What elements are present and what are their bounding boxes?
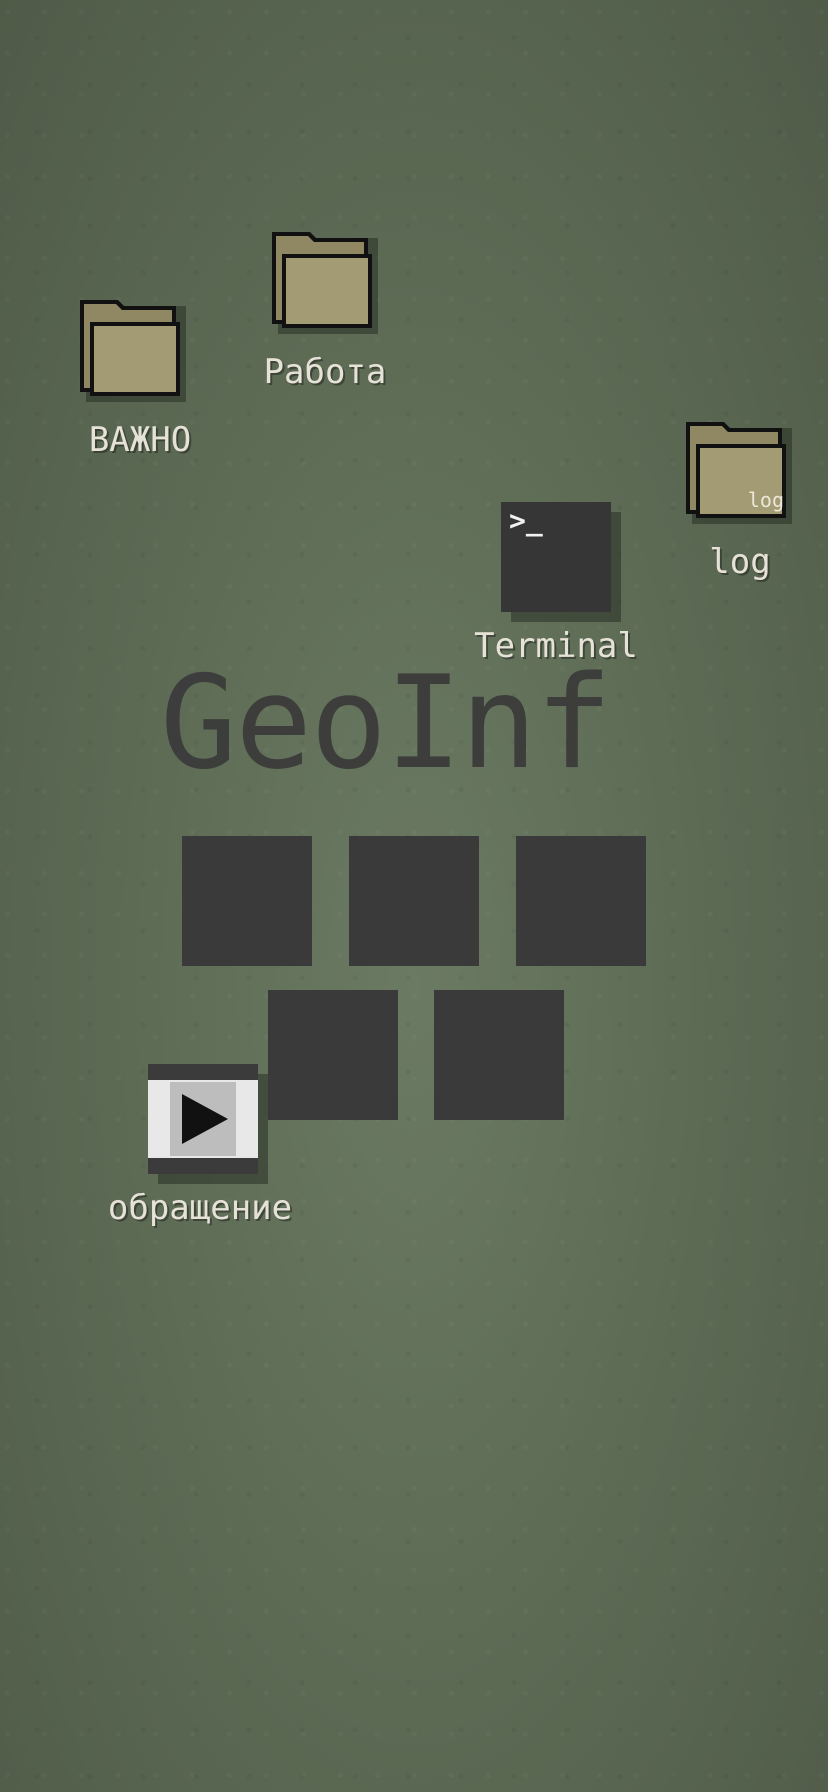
folder-rabota[interactable]: Работа <box>264 228 418 392</box>
film-strip-bottom <box>148 1158 258 1174</box>
tile-5[interactable] <box>434 990 564 1120</box>
film-strip-top <box>148 1064 258 1080</box>
play-icon <box>182 1094 228 1144</box>
terminal-icon: >_ <box>501 502 611 612</box>
folder-label: log <box>709 542 771 582</box>
video-obrashchenie[interactable]: обращение <box>90 1064 320 1234</box>
folder-icon <box>268 228 380 336</box>
tile-2[interactable] <box>349 836 479 966</box>
folder-label: Работа <box>263 352 387 392</box>
folder-vazhno[interactable]: ВАЖНО <box>76 296 216 460</box>
folder-log[interactable]: log log <box>682 418 802 586</box>
app-title: GeoInf <box>160 649 612 798</box>
folder-badge: log <box>747 488 784 512</box>
folder-icon <box>76 296 188 404</box>
tile-3[interactable] <box>516 836 646 966</box>
terminal-app[interactable]: >_ Terminal <box>456 502 656 672</box>
folder-icon: log <box>682 418 794 526</box>
folder-label: ВАЖНО <box>88 420 192 460</box>
terminal-prompt: >_ <box>509 504 543 537</box>
video-frame <box>148 1080 258 1158</box>
video-file-icon <box>148 1064 258 1174</box>
desktop: ВАЖНО Работа log log >_ Terminal GeoInf … <box>0 0 828 1792</box>
video-label: обращение <box>107 1188 293 1228</box>
tile-1[interactable] <box>182 836 312 966</box>
